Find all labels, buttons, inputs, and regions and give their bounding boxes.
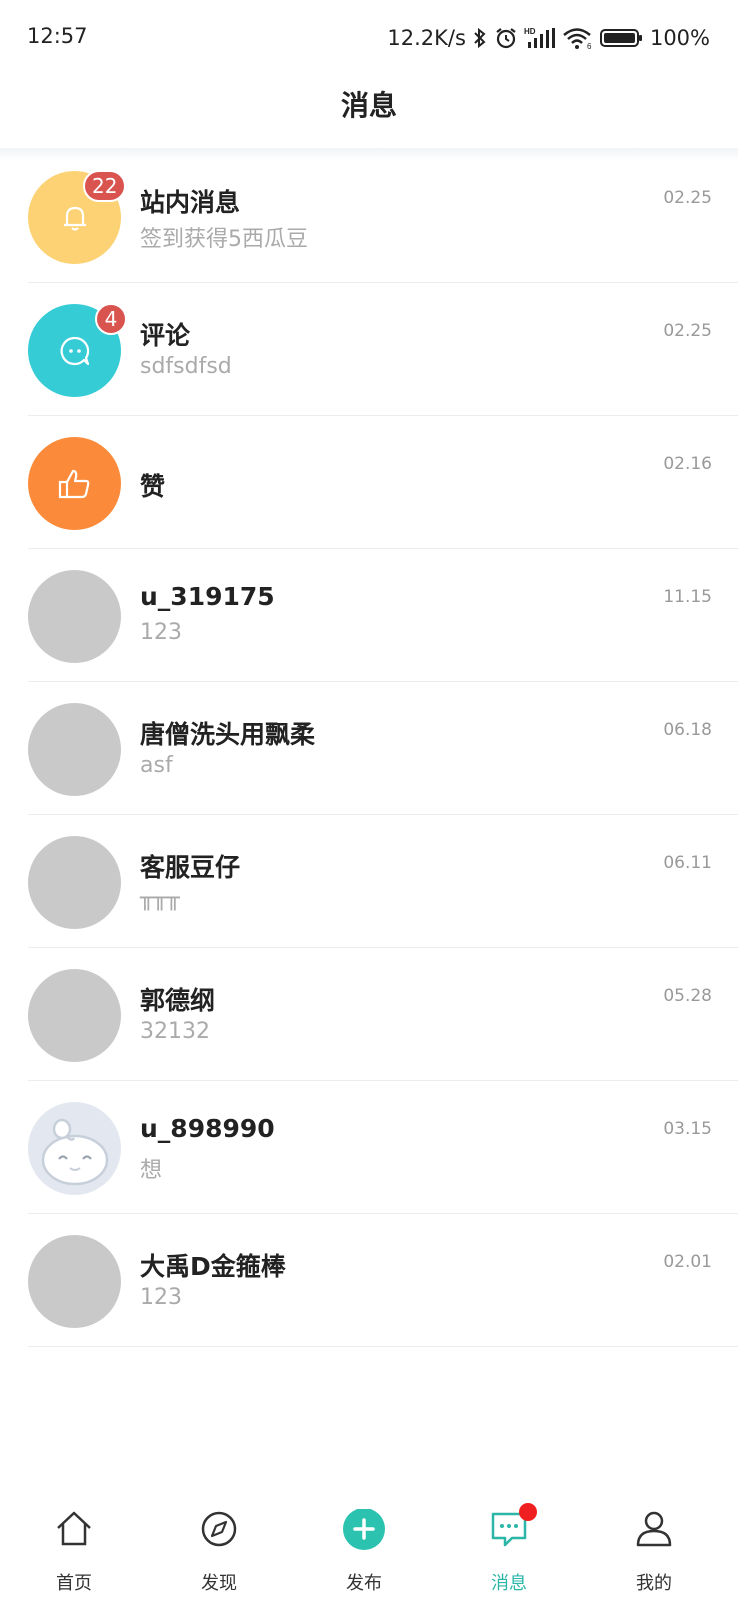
- message-preview: ╥╥╥: [140, 886, 180, 911]
- profile-icon: [634, 1509, 674, 1553]
- status-time: 12:57: [27, 24, 88, 48]
- message-item[interactable]: 22 站内消息签到获得5西瓜豆 02.25: [0, 150, 738, 283]
- message-sender-name: u_898990: [140, 1114, 275, 1143]
- avatar-bean-mascot: [28, 1102, 121, 1195]
- page-title: 消息: [340, 89, 397, 122]
- bean-mascot-icon: [28, 1102, 121, 1195]
- message-icon: [489, 1503, 537, 1553]
- message-sender-name: 客服豆仔: [140, 853, 241, 882]
- tab-profile-label: 我的: [636, 1573, 672, 1594]
- message-date: 06.11: [663, 853, 712, 873]
- battery-icon: [599, 26, 644, 50]
- unread-count-badge: 4: [95, 303, 127, 335]
- alarm-icon: [494, 26, 518, 50]
- discover-icon: [199, 1509, 239, 1553]
- tab-publish[interactable]: 发布: [290, 1489, 438, 1599]
- message-preview: sdfsdfsd: [140, 354, 232, 379]
- thumbs-up-icon: [55, 464, 95, 504]
- message-item[interactable]: 客服豆仔 ╥╥╥ 06.11: [0, 815, 738, 948]
- tab-messages[interactable]: 消息: [435, 1489, 583, 1599]
- message-date: 11.15: [663, 587, 712, 607]
- message-item[interactable]: 赞 02.16: [0, 416, 738, 549]
- tab-profile[interactable]: 我的: [580, 1489, 728, 1599]
- network-speed: 12.2K/s: [387, 26, 466, 50]
- message-preview: 32132: [140, 1019, 210, 1044]
- message-sender-name: 唐僧洗头用飘柔: [140, 720, 316, 749]
- signal-icon: HD: [524, 26, 556, 50]
- message-list: 22 站内消息签到获得5西瓜豆 02.25 4 评论 sdfsdfsd 02.25 赞 02.1…: [0, 150, 738, 1347]
- tab-publish-label: 发布: [346, 1573, 382, 1594]
- avatar: [28, 969, 121, 1062]
- home-icon: [54, 1509, 94, 1553]
- message-sender-name: 评论: [140, 321, 191, 350]
- unread-count-badge: 22: [83, 170, 127, 202]
- battery-percent: 100%: [649, 26, 710, 50]
- message-date: 02.25: [663, 188, 712, 208]
- unread-dot: [519, 1503, 537, 1521]
- tab-home-label: 首页: [56, 1573, 92, 1594]
- message-item[interactable]: u_898990 想 03.15: [0, 1081, 738, 1214]
- message-sender-name: 郭德纲: [140, 986, 216, 1015]
- avatar: [28, 570, 121, 663]
- tab-messages-label: 消息: [491, 1573, 527, 1594]
- svg-text:6: 6: [587, 42, 592, 50]
- message-date: 02.01: [663, 1252, 712, 1272]
- tab-home[interactable]: 首页: [0, 1489, 148, 1599]
- status-indicators: 12.2K/s HD 6 100%: [387, 22, 710, 54]
- message-preview: 123: [140, 620, 182, 645]
- message-date: 06.18: [663, 720, 712, 740]
- status-bar: 12:57 12.2K/s HD 6 100%: [0, 0, 738, 76]
- message-item[interactable]: 大禹D金箍棒 123 02.01: [0, 1214, 738, 1347]
- message-preview: asf: [140, 753, 173, 778]
- comment-icon: [58, 334, 92, 368]
- message-date: 02.25: [663, 321, 712, 341]
- message-preview: 123: [140, 1285, 182, 1310]
- message-date: 05.28: [663, 986, 712, 1006]
- bottom-tab-bar: 首页 发现 发布 消息 我的: [0, 1489, 738, 1599]
- message-sender-name: u_319175: [140, 582, 275, 611]
- message-date: 03.15: [663, 1119, 712, 1139]
- tab-discover-label: 发现: [201, 1573, 237, 1594]
- message-preview: 想: [140, 1158, 163, 1183]
- publish-plus-icon: [342, 1508, 386, 1557]
- tab-discover[interactable]: 发现: [145, 1489, 293, 1599]
- message-sender-name: 站内消息: [140, 188, 241, 217]
- bluetooth-icon: [472, 26, 488, 50]
- wifi-icon: 6: [562, 26, 594, 50]
- message-item[interactable]: u_319175 123 11.15: [0, 549, 738, 682]
- message-sender-name: 大禹D金箍棒: [140, 1252, 286, 1281]
- message-sender-name: 赞: [140, 472, 166, 501]
- avatar: [28, 1235, 121, 1328]
- message-item[interactable]: 4 评论 sdfsdfsd 02.25: [0, 283, 738, 416]
- avatar: [28, 703, 121, 796]
- avatar-thumbs-up: [28, 437, 121, 530]
- message-date: 02.16: [663, 454, 712, 474]
- message-item[interactable]: 郭德纲 32132 05.28: [0, 948, 738, 1081]
- message-item[interactable]: 唐僧洗头用飘柔 asf 06.18: [0, 682, 738, 815]
- svg-text:HD: HD: [524, 27, 536, 36]
- avatar: [28, 836, 121, 929]
- message-preview: 签到获得5西瓜豆: [140, 227, 308, 252]
- bell-icon: [58, 201, 92, 235]
